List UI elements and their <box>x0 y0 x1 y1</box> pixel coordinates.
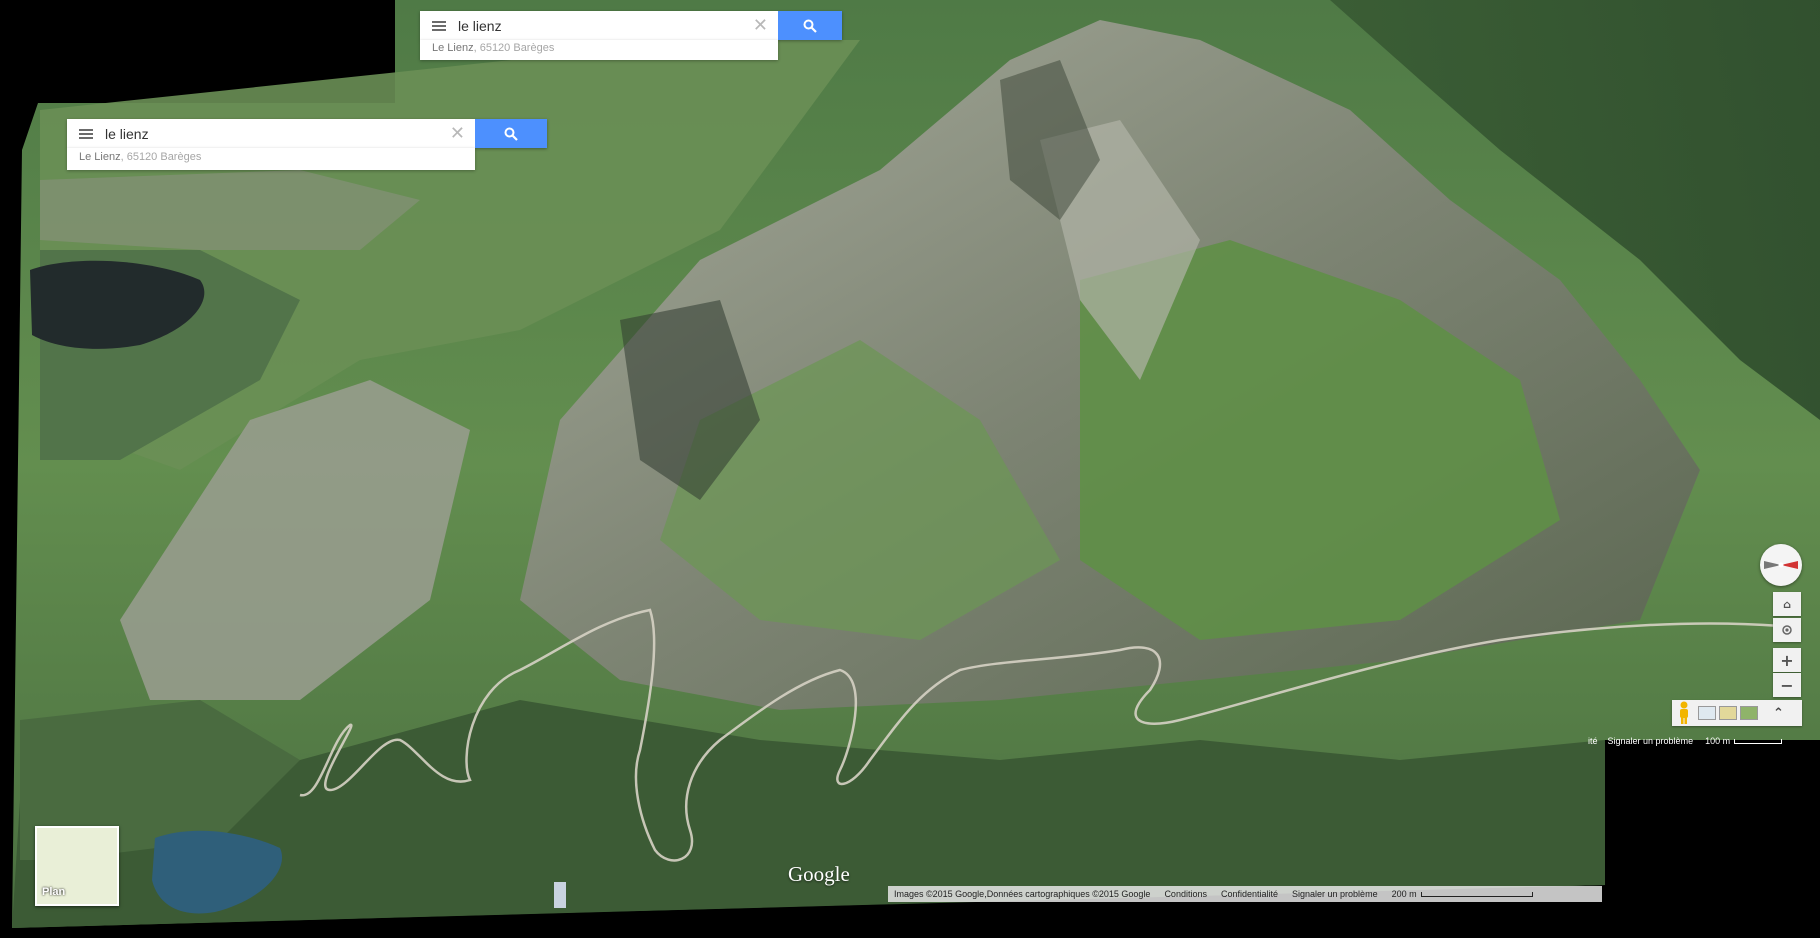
my-location-icon[interactable] <box>1773 618 1801 642</box>
search-icon <box>504 127 518 141</box>
google-logo: Google <box>788 862 850 886</box>
search-box-main[interactable]: le lienz ✕ <box>67 119 475 148</box>
attribution-text: Images ©2015 Google,Données cartographiq… <box>894 889 1151 899</box>
suggestion-place: Le Lienz <box>79 151 121 163</box>
map-footer: Images ©2015 Google,Données cartographiq… <box>888 886 1602 902</box>
inner-report-link[interactable]: Signaler un problème <box>1608 736 1694 746</box>
building <box>554 882 566 908</box>
suggestion-detail: , 65120 Barèges <box>473 42 555 54</box>
close-icon[interactable]: ✕ <box>753 15 768 36</box>
inner-footer: ité Signaler un problème 100 m <box>1582 734 1802 748</box>
scale-label: 200 m <box>1391 889 1417 899</box>
search-box-top[interactable]: le lienz ✕ <box>420 11 778 40</box>
hamburger-menu-icon[interactable] <box>79 128 93 139</box>
suggestion-item-top[interactable]: Le Lienz, 65120 Barèges <box>420 40 778 60</box>
search-query-main[interactable]: le lienz <box>105 126 450 142</box>
search-bar-top: le lienz ✕ <box>420 11 842 40</box>
tray-thumb-map[interactable] <box>1698 706 1716 720</box>
expand-tray-button[interactable]: ⌃ <box>1773 706 1784 721</box>
inner-scale-label: 100 m <box>1705 736 1731 746</box>
map-viewer: le lienz ✕ Le Lienz, 65120 Barèges le li… <box>0 0 1820 938</box>
tilt-icon[interactable]: ⌂ <box>1773 592 1801 616</box>
pegman-icon[interactable] <box>1676 700 1692 726</box>
tray-thumb-satellite[interactable] <box>1740 706 1758 720</box>
plan-label: Plan <box>42 886 66 898</box>
search-button-main[interactable] <box>475 119 547 148</box>
base-layer-plan-button[interactable]: Plan <box>35 826 119 906</box>
close-icon[interactable]: ✕ <box>450 123 465 144</box>
inner-attribution-tail: ité <box>1588 736 1598 746</box>
search-icon <box>803 19 817 33</box>
privacy-link[interactable]: Confidentialité <box>1221 889 1278 899</box>
search-button-top[interactable] <box>778 11 842 40</box>
search-query-top[interactable]: le lienz <box>458 18 753 34</box>
report-problem-link[interactable]: Signaler un problème <box>1292 889 1378 899</box>
suggestion-detail: , 65120 Barèges <box>120 151 202 163</box>
compass-needle <box>1764 561 1798 569</box>
inner-scale-bar <box>1734 738 1782 744</box>
compass-icon[interactable] <box>1760 544 1802 586</box>
location-dot <box>1782 625 1792 635</box>
suggestion-place: Le Lienz <box>432 42 474 54</box>
zoom-out-button[interactable]: − <box>1773 673 1801 697</box>
suggestion-item-main[interactable]: Le Lienz, 65120 Barèges <box>67 148 475 170</box>
tray-thumb-terrain[interactable] <box>1719 706 1737 720</box>
terms-link[interactable]: Conditions <box>1164 889 1207 899</box>
hamburger-menu-icon[interactable] <box>432 20 446 31</box>
zoom-in-button[interactable]: + <box>1773 648 1801 672</box>
scale-bar <box>1420 891 1533 897</box>
search-bar-main: le lienz ✕ <box>67 119 547 148</box>
